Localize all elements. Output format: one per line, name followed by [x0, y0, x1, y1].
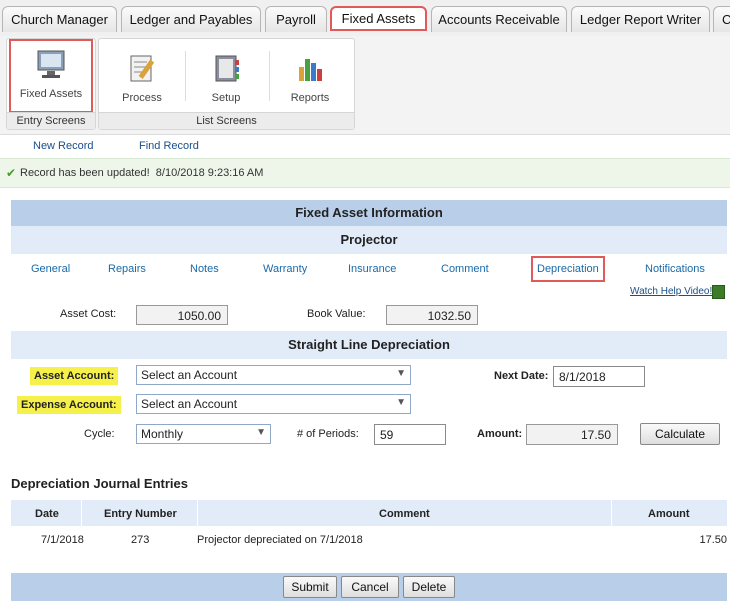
subtab-general[interactable]: General: [31, 263, 70, 275]
fixed-assets-label: Fixed Assets: [19, 88, 83, 100]
row-date: 7/1/2018: [41, 534, 84, 546]
tab-fixed-assets[interactable]: Fixed Assets: [330, 6, 427, 31]
next-date-label: Next Date:: [494, 370, 549, 382]
tab-church-manager[interactable]: Church Manager: [2, 6, 117, 32]
asset-name: Projector: [11, 226, 727, 254]
record-subtabs: General Repairs Notes Warranty Insurance…: [11, 254, 727, 284]
book-value-label: Book Value:: [307, 308, 366, 320]
monitor-icon: [37, 50, 65, 78]
col-amount: Amount: [648, 508, 690, 520]
status-bar: ✔ Record has been updated! 8/10/2018 9:2…: [0, 158, 730, 188]
amount-label: Amount:: [477, 428, 523, 440]
ribbon: Fixed Assets Entry Screens Process Setup: [0, 36, 730, 135]
journal-title: Depreciation Journal Entries: [11, 476, 188, 491]
list-screens-group: Process Setup Reports List Screens: [98, 38, 355, 130]
subtab-notes[interactable]: Notes: [190, 263, 219, 275]
expense-account-select[interactable]: Select an Account ▼: [136, 394, 411, 414]
bar-chart-icon: [299, 59, 322, 81]
table-row: 7/1/2018 273 Projector depreciated on 7/…: [11, 526, 727, 552]
chevron-down-icon: ▼: [256, 427, 266, 438]
cycle-label: Cycle:: [84, 428, 115, 440]
film-icon[interactable]: [712, 285, 725, 299]
cancel-button[interactable]: Cancel: [341, 576, 399, 598]
asset-cost-value: 1050.00: [136, 305, 228, 325]
col-entry-number: Entry Number: [104, 508, 177, 520]
asset-account-select[interactable]: Select an Account ▼: [136, 365, 411, 385]
record-actions: New Record Find Record: [0, 135, 730, 157]
tab-ledger-report-writer[interactable]: Ledger Report Writer: [571, 6, 710, 32]
row-amount: 17.50: [699, 534, 727, 546]
subtab-repairs[interactable]: Repairs: [108, 263, 146, 275]
subtab-depreciation[interactable]: Depreciation: [531, 256, 605, 282]
asset-account-label: Asset Account:: [30, 367, 119, 385]
help-video-link[interactable]: Watch Help Video!: [630, 286, 712, 297]
periods-field[interactable]: 59: [374, 424, 446, 445]
form-footer: Submit Cancel Delete: [11, 573, 727, 601]
journal-header: Date Entry Number Comment Amount: [11, 500, 727, 526]
depreciation-title: Straight Line Depreciation: [11, 331, 727, 359]
subtab-notifications[interactable]: Notifications: [645, 263, 705, 275]
chevron-down-icon: ▼: [396, 368, 406, 379]
periods-label: # of Periods:: [297, 428, 359, 440]
row-entry: 273: [131, 534, 150, 546]
chevron-down-icon: ▼: [396, 397, 406, 408]
setup-label: Setup: [211, 92, 241, 104]
delete-button[interactable]: Delete: [403, 576, 455, 598]
process-label: Process: [122, 92, 162, 104]
submit-button[interactable]: Submit: [283, 576, 337, 598]
reports-button[interactable]: Reports: [271, 45, 349, 109]
fixed-assets-button[interactable]: Fixed Assets: [9, 39, 93, 113]
notepad-pencil-icon: [130, 55, 155, 82]
check-icon: ✔: [6, 166, 17, 180]
reports-label: Reports: [290, 92, 330, 104]
tab-accounts-receivable[interactable]: Accounts Receivable: [431, 6, 567, 32]
process-button[interactable]: Process: [103, 45, 181, 109]
entry-screens-group: Fixed Assets Entry Screens: [6, 38, 96, 130]
next-date-field[interactable]: 8/1/2018: [553, 366, 645, 387]
section-title: Fixed Asset Information: [11, 200, 727, 226]
subtab-insurance[interactable]: Insurance: [348, 263, 396, 275]
list-screens-label: List Screens: [99, 112, 354, 129]
binder-icon: [215, 55, 239, 82]
amount-value: 17.50: [526, 424, 618, 445]
asset-cost-label: Asset Cost:: [60, 308, 117, 320]
col-date: Date: [35, 508, 59, 520]
row-comment: Projector depreciated on 7/1/2018: [197, 534, 363, 546]
subtab-comment[interactable]: Comment: [441, 263, 489, 275]
cycle-select[interactable]: Monthly ▼: [136, 424, 271, 444]
expense-account-label: Expense Account:: [17, 396, 121, 414]
setup-button[interactable]: Setup: [187, 45, 265, 109]
subtab-warranty[interactable]: Warranty: [263, 263, 307, 275]
find-record-link[interactable]: Find Record: [139, 140, 199, 152]
tab-overflow[interactable]: C: [713, 6, 730, 32]
module-tabs: Church Manager Ledger and Payables Payro…: [0, 0, 730, 36]
tab-payroll[interactable]: Payroll: [265, 6, 327, 32]
entry-screens-label: Entry Screens: [7, 112, 95, 129]
calculate-button[interactable]: Calculate: [640, 423, 720, 445]
new-record-link[interactable]: New Record: [33, 140, 94, 152]
book-value-value: 1032.50: [386, 305, 478, 325]
status-message: Record has been updated! 8/10/2018 9:23:…: [20, 167, 264, 179]
col-comment: Comment: [379, 508, 430, 520]
tab-ledger-payables[interactable]: Ledger and Payables: [121, 6, 261, 32]
